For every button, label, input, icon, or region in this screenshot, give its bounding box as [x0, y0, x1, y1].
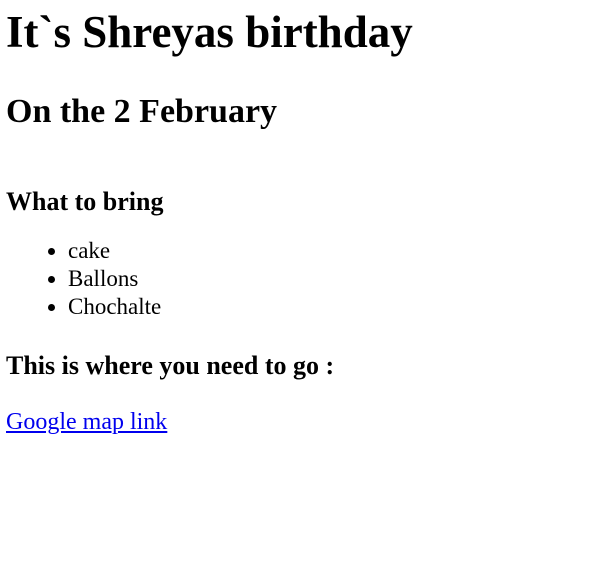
date-heading: On the 2 February: [6, 93, 278, 130]
page-title: It`s Shreyas birthday: [6, 7, 413, 57]
list-item: Chochalte: [68, 293, 590, 321]
google-map-link[interactable]: Google map link: [6, 409, 167, 435]
bring-list: cake Ballons Chochalte: [6, 237, 590, 321]
map-link-row: Google map link: [6, 407, 590, 437]
list-item: Ballons: [68, 265, 590, 293]
what-to-bring-heading: What to bring: [6, 187, 164, 216]
list-item: cake: [68, 237, 590, 265]
where-to-go-heading: This is where you need to go :: [6, 351, 335, 380]
